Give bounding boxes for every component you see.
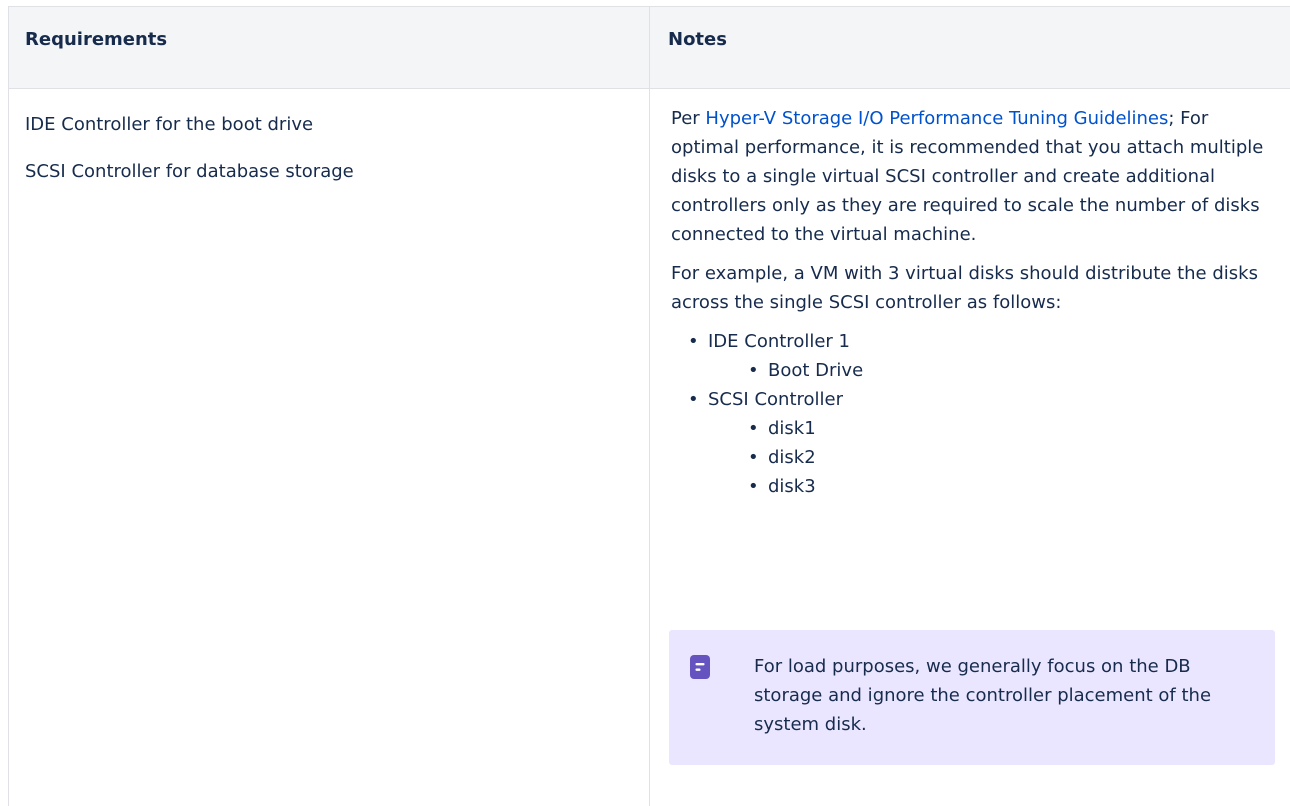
- note-text: For load purposes, we generally focus on…: [754, 656, 1212, 735]
- requirement-item: SCSI Controller for database storage: [25, 161, 354, 182]
- sublist: Boot Drive: [708, 356, 1277, 385]
- list-item-label: SCSI Controller: [708, 389, 843, 410]
- header-requirements: Requirements: [25, 29, 168, 50]
- controller-list: IDE Controller 1 Boot Drive SCSI Control…: [671, 327, 1277, 501]
- sublist-item: disk2: [748, 443, 1277, 472]
- notes-paragraph-1: Per Hyper-V Storage I/O Performance Tuni…: [671, 104, 1277, 249]
- sublist-item: disk3: [748, 472, 1277, 501]
- sublist: disk1 disk2 disk3: [708, 414, 1277, 501]
- header-notes: Notes: [668, 29, 727, 50]
- requirements-cell: IDE Controller for the boot drive SCSI C…: [25, 112, 354, 206]
- column-divider: [649, 6, 650, 806]
- hyper-v-tuning-guidelines-link[interactable]: Hyper-V Storage I/O Performance Tuning G…: [705, 108, 1168, 129]
- notes-paragraph-2: For example, a VM with 3 virtual disks s…: [671, 263, 1258, 313]
- note-icon: [690, 655, 710, 679]
- list-item: SCSI Controller disk1 disk2 disk3: [688, 385, 1277, 501]
- notes-prefix: Per: [671, 108, 706, 129]
- list-item: IDE Controller 1 Boot Drive: [688, 327, 1277, 385]
- table-left-border: [8, 6, 9, 806]
- sublist-item: disk1: [748, 414, 1277, 443]
- notes-cell: Per Hyper-V Storage I/O Performance Tuni…: [671, 104, 1277, 501]
- list-item-label: IDE Controller 1: [708, 331, 850, 352]
- note-panel: For load purposes, we generally focus on…: [669, 630, 1275, 765]
- requirement-item: IDE Controller for the boot drive: [25, 114, 314, 135]
- sublist-item: Boot Drive: [748, 356, 1277, 385]
